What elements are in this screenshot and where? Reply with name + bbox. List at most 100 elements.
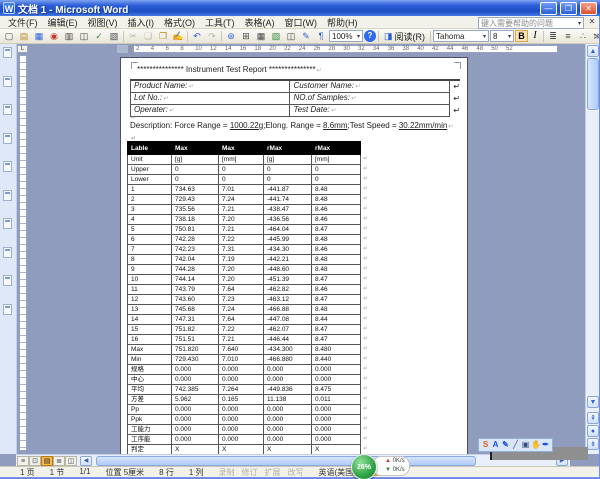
dock-item-icon[interactable] bbox=[3, 76, 12, 87]
dock-item-icon[interactable] bbox=[3, 190, 12, 201]
horizontal-ruler[interactable]: 2468101214161820222426283032343638404244… bbox=[133, 45, 558, 53]
numbering-icon[interactable]: ≡ bbox=[561, 30, 575, 43]
undo-icon[interactable]: ↶ bbox=[190, 30, 204, 43]
table-cell: 8.48 bbox=[312, 265, 361, 275]
menu-item-3[interactable]: 插入(I) bbox=[123, 16, 160, 29]
ruler-number: 10 bbox=[195, 46, 202, 53]
close-button[interactable]: ✕ bbox=[580, 2, 597, 15]
help-input[interactable]: 键入需要帮助的问题 ▾ bbox=[478, 17, 584, 29]
insert-excel-icon[interactable]: ▧ bbox=[269, 30, 283, 43]
web-layout-view-button[interactable]: ⊡ bbox=[29, 456, 41, 466]
table-cell: [mm] bbox=[312, 155, 361, 165]
line-tool-icon[interactable]: ╱ bbox=[511, 440, 520, 450]
columns-icon[interactable]: ◫ bbox=[284, 30, 298, 43]
print-icon[interactable]: ▥ bbox=[62, 30, 76, 43]
open-folder-icon[interactable]: ▤ bbox=[17, 30, 31, 43]
toolbar-options-button[interactable]: » bbox=[591, 30, 599, 43]
table-cell: 0.000 bbox=[264, 405, 312, 415]
capture-logo-icon[interactable]: S bbox=[481, 440, 490, 450]
help-icon[interactable]: ? bbox=[364, 30, 376, 42]
bold-button[interactable]: B bbox=[515, 30, 528, 42]
outline-view-button[interactable]: ≣ bbox=[53, 456, 65, 466]
table-cell: 8.46 bbox=[312, 205, 361, 215]
text-tool-icon[interactable]: A bbox=[491, 440, 500, 450]
insert-table-icon[interactable]: ▦ bbox=[254, 30, 268, 43]
insert-hyperlink-icon[interactable]: ⊛ bbox=[224, 30, 238, 43]
status-toggle-1[interactable]: 修订 bbox=[241, 467, 257, 478]
status-toggle-0[interactable]: 录制 bbox=[218, 467, 234, 478]
close-document-icon[interactable]: ✕ bbox=[587, 17, 597, 27]
horizontal-scrollbar[interactable]: ≡⊡▤≣◫ ◀ ▶ bbox=[16, 454, 570, 466]
menu-item-5[interactable]: 工具(T) bbox=[200, 16, 240, 29]
font-select[interactable]: Tahoma ▾ bbox=[433, 30, 489, 42]
research-icon[interactable]: ▧ bbox=[107, 30, 121, 43]
show-hide-icon[interactable]: ¶ bbox=[314, 30, 328, 43]
menu-item-8[interactable]: 帮助(H) bbox=[322, 16, 363, 29]
paste-icon[interactable]: ❐ bbox=[156, 30, 170, 43]
status-toggle-3[interactable]: 改写 bbox=[287, 467, 303, 478]
vertical-scrollbar[interactable]: ▲ ▼ ⇞ ● ⇟ bbox=[585, 44, 599, 454]
justify-icon[interactable]: ≣ bbox=[546, 30, 560, 43]
dock-item-icon[interactable] bbox=[3, 247, 12, 258]
memory-usage-ball[interactable]: 26% bbox=[351, 454, 377, 479]
row-end-mark: ↵ bbox=[361, 375, 372, 385]
dock-item-icon[interactable] bbox=[3, 47, 12, 58]
scroll-up-icon[interactable]: ▲ bbox=[587, 45, 599, 57]
table-cell: -448.60 bbox=[264, 265, 312, 275]
scroll-left-icon[interactable]: ◀ bbox=[80, 456, 92, 466]
tables-borders-icon[interactable]: ⊞ bbox=[239, 30, 253, 43]
redo-icon[interactable]: ↷ bbox=[205, 30, 219, 43]
scroll-down-icon[interactable]: ▼ bbox=[587, 396, 599, 408]
font-size-select[interactable]: 8 ▾ bbox=[490, 30, 514, 42]
cut-icon[interactable]: ✂ bbox=[126, 30, 140, 43]
spelling-icon[interactable]: ✓ bbox=[92, 30, 106, 43]
ruler-number: 16 bbox=[240, 46, 247, 53]
table-cell: 8.47 bbox=[312, 225, 361, 235]
menu-item-7[interactable]: 窗口(W) bbox=[280, 16, 323, 29]
permission-icon[interactable]: ◉ bbox=[47, 30, 61, 43]
table-cell: [mm] bbox=[219, 155, 264, 165]
dock-item-icon[interactable] bbox=[3, 104, 12, 115]
menu-item-6[interactable]: 表格(A) bbox=[240, 16, 280, 29]
format-painter-icon[interactable]: ✍ bbox=[171, 30, 185, 43]
menu-item-1[interactable]: 编辑(E) bbox=[43, 16, 83, 29]
dock-item-icon[interactable] bbox=[3, 275, 12, 286]
hand-tool-icon[interactable]: ✋ bbox=[531, 440, 540, 450]
previous-page-button[interactable]: ⇞ bbox=[587, 412, 599, 424]
save-icon[interactable]: ▦ bbox=[32, 30, 46, 43]
horizontal-scroll-thumb[interactable] bbox=[96, 456, 476, 466]
table-cell: 0.000 bbox=[312, 365, 361, 375]
brush-tool-icon[interactable]: ✎ bbox=[501, 440, 510, 450]
menu-item-2[interactable]: 视图(V) bbox=[83, 16, 123, 29]
print-preview-icon[interactable]: ◫ bbox=[77, 30, 91, 43]
menu-item-0[interactable]: 文件(F) bbox=[3, 16, 43, 29]
print-layout-view-button[interactable]: ▤ bbox=[41, 456, 53, 466]
dock-item-icon[interactable] bbox=[3, 304, 12, 315]
select-browse-object-button[interactable]: ● bbox=[587, 425, 599, 437]
normal-view-button[interactable]: ≡ bbox=[17, 456, 29, 466]
tab-stop-selector[interactable]: L bbox=[17, 45, 28, 53]
vertical-scroll-thumb[interactable] bbox=[587, 58, 599, 110]
menu-item-4[interactable]: 格式(O) bbox=[159, 16, 200, 29]
read-mode-button[interactable]: ◨ 阅读(R) bbox=[381, 30, 428, 43]
bullets-icon[interactable]: ∴ bbox=[576, 30, 590, 43]
italic-button[interactable]: I bbox=[529, 30, 541, 42]
pen-tool-icon[interactable]: ✒ bbox=[541, 440, 550, 450]
paragraph-mark: ↵ bbox=[331, 108, 336, 114]
status-toggle-2[interactable]: 扩展 bbox=[264, 467, 280, 478]
maximize-button[interactable]: ❐ bbox=[560, 2, 577, 15]
copy-icon[interactable]: ❏ bbox=[141, 30, 155, 43]
new-document-icon[interactable]: ▢ bbox=[2, 30, 16, 43]
drawing-icon[interactable]: ✎ bbox=[299, 30, 313, 43]
next-page-button[interactable]: ⇟ bbox=[587, 438, 599, 450]
dock-item-icon[interactable] bbox=[3, 161, 12, 172]
dock-item-icon[interactable] bbox=[3, 218, 12, 229]
image-tool-icon[interactable]: ▣ bbox=[521, 440, 530, 450]
table-cell: 8.47 bbox=[312, 275, 361, 285]
reading-layout-view-button[interactable]: ◫ bbox=[65, 456, 77, 466]
zoom-select[interactable]: 100% ▾ bbox=[329, 30, 363, 42]
table-cell: 7.64 bbox=[219, 315, 264, 325]
dock-item-icon[interactable] bbox=[3, 133, 12, 144]
vertical-ruler[interactable] bbox=[19, 55, 27, 451]
minimize-button[interactable]: — bbox=[540, 2, 557, 15]
